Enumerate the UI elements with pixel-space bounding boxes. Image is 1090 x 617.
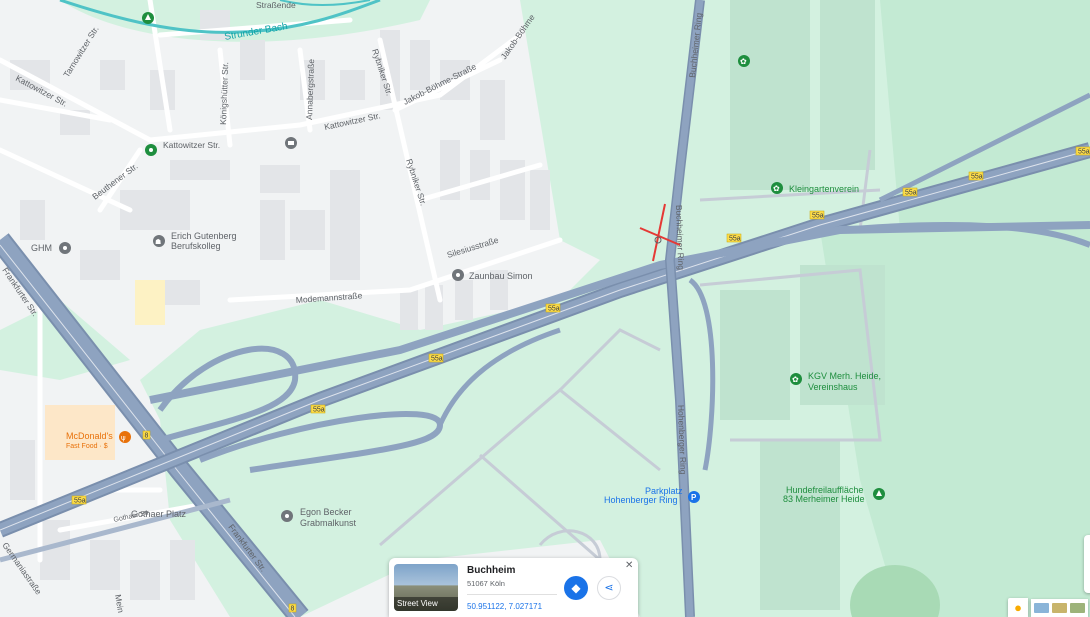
street-label: Straßende — [256, 0, 296, 10]
svg-text:83 Merheimer Heide: 83 Merheimer Heide — [783, 494, 865, 504]
svg-text:55a: 55a — [548, 306, 560, 313]
svg-text:55a: 55a — [812, 213, 824, 220]
svg-text:✿: ✿ — [740, 57, 747, 66]
shield-55a: 55a — [968, 171, 984, 181]
shield-55a: 55a — [1075, 146, 1090, 156]
svg-text:Grabmalkunst: Grabmalkunst — [300, 518, 357, 528]
shield-55a: 55a — [809, 210, 825, 220]
poi-kattowitzer-green[interactable] — [145, 144, 157, 156]
svg-text:Zaunbau Simon: Zaunbau Simon — [469, 271, 533, 281]
shield-55a: 55a — [310, 404, 326, 414]
place-subtitle: 51067 Köln — [467, 579, 505, 588]
shield-8: 8 — [288, 603, 297, 613]
poi-garden-top[interactable]: ✿ — [738, 55, 750, 67]
poi-school-kattowitzer[interactable] — [285, 137, 297, 149]
terrain-layer-icon[interactable] — [1052, 603, 1067, 613]
svg-text:P: P — [691, 493, 697, 502]
share-button[interactable]: ⋖ — [597, 576, 621, 600]
svg-text:55a: 55a — [905, 190, 917, 197]
poi-ghm[interactable]: GHM — [31, 242, 71, 254]
shield-55a: 55a — [726, 233, 742, 243]
poi-top-green[interactable] — [142, 12, 154, 24]
card-divider — [467, 594, 557, 595]
svg-text:Vereinshaus: Vereinshaus — [808, 382, 858, 392]
close-icon[interactable]: ✕ — [625, 560, 633, 571]
shield-55a: 55a — [902, 187, 918, 197]
svg-text:55a: 55a — [431, 356, 443, 363]
svg-text:Egon Becker: Egon Becker — [300, 507, 352, 517]
svg-text:Gothaer Platz: Gothaer Platz — [131, 509, 187, 519]
place-info-card[interactable]: Street View Buchheim 51067 Köln 50.95112… — [389, 558, 638, 617]
shield-8: 8 — [142, 430, 151, 440]
street-view-label: Street View — [394, 597, 458, 611]
svg-text:✿: ✿ — [792, 375, 799, 384]
map-canvas[interactable]: 55a 55a 55a 55a 55a 55a 55a 55a 55a 8 8 … — [0, 0, 1090, 617]
poi-gothaer-platz[interactable]: Gothaer Platz — [131, 509, 187, 519]
share-icon: ⋖ — [604, 582, 614, 594]
svg-text:55a: 55a — [971, 174, 983, 181]
svg-text:8: 8 — [145, 433, 149, 440]
yellow-lot — [135, 280, 165, 325]
svg-text:GHM: GHM — [31, 243, 52, 253]
svg-text:Kleingartenverein: Kleingartenverein — [789, 184, 859, 194]
pegman-icon[interactable]: ● — [1008, 598, 1028, 617]
svg-text:Fast Food · $: Fast Food · $ — [66, 443, 108, 450]
svg-text:Berufskolleg: Berufskolleg — [171, 241, 221, 251]
layers-icon[interactable] — [1034, 603, 1049, 613]
svg-text:55a: 55a — [74, 498, 86, 505]
svg-text:55a: 55a — [729, 236, 741, 243]
street-label: Kattowitzer Str. — [163, 140, 220, 150]
directions-button[interactable]: ◆ — [564, 576, 588, 600]
svg-text:8: 8 — [291, 606, 295, 613]
svg-text:Erich Gutenberg: Erich Gutenberg — [171, 231, 237, 241]
side-panel-toggle[interactable] — [1084, 535, 1090, 593]
shield-55a: 55a — [545, 303, 561, 313]
street-label: Annabergstraße — [304, 59, 316, 121]
satellite-layer-icon[interactable] — [1070, 603, 1085, 613]
svg-text:Hohenberger Ring: Hohenberger Ring — [604, 495, 678, 505]
shield-55a: 55a — [71, 495, 87, 505]
place-title: Buchheim — [467, 565, 516, 576]
svg-text:✿: ✿ — [773, 184, 780, 193]
directions-icon: ◆ — [571, 581, 581, 595]
shield-55a: 55a — [428, 353, 444, 363]
layers-control[interactable] — [1031, 599, 1088, 617]
svg-text:KGV Merh. Heide,: KGV Merh. Heide, — [808, 371, 881, 381]
svg-text:55a: 55a — [1078, 149, 1090, 156]
street-view-thumbnail[interactable]: Street View — [394, 564, 458, 611]
svg-text:McDonald's: McDonald's — [66, 431, 113, 441]
svg-text:ψ: ψ — [121, 434, 126, 442]
place-coordinates[interactable]: 50.951122, 7.027171 — [467, 602, 542, 611]
svg-text:55a: 55a — [313, 407, 325, 414]
svg-text:☗: ☗ — [155, 238, 161, 246]
